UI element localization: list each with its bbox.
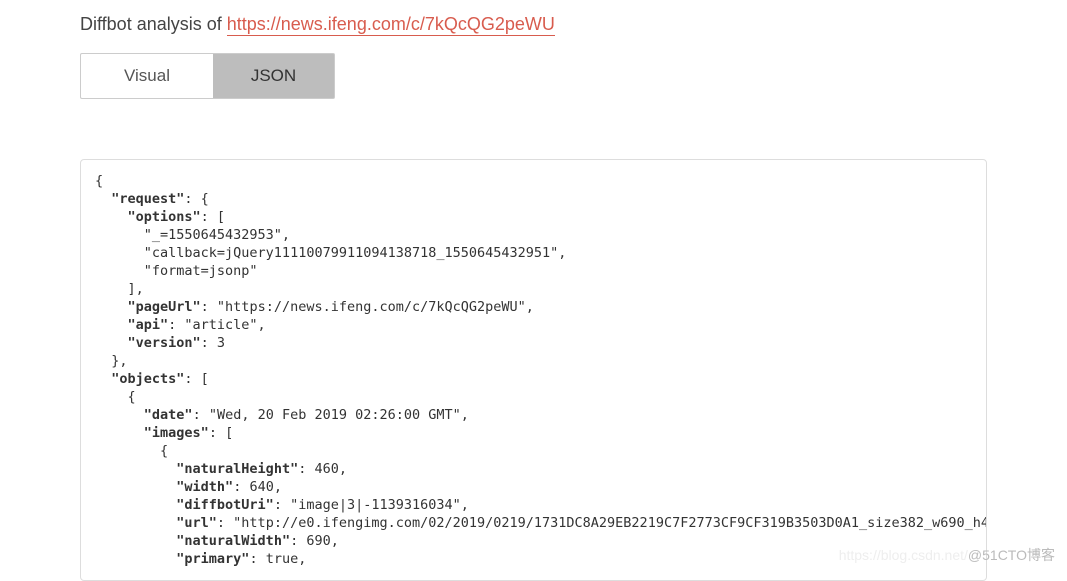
tab-visual[interactable]: Visual: [80, 53, 213, 99]
json-output-panel: { "request": { "options": [ "_=155064543…: [80, 159, 987, 581]
tabs-container: Visual JSON: [80, 53, 987, 99]
page-title: Diffbot analysis of https://news.ifeng.c…: [80, 14, 987, 35]
analysis-url-link[interactable]: https://news.ifeng.com/c/7kQcQG2peWU: [227, 14, 555, 36]
watermark-left: https://blog.csdn.net/: [839, 547, 968, 563]
watermark: https://blog.csdn.net/@51CTO博客: [839, 545, 1055, 565]
header-prefix: Diffbot analysis of: [80, 14, 227, 34]
watermark-right: @51CTO博客: [968, 547, 1055, 563]
tab-json[interactable]: JSON: [213, 53, 335, 99]
